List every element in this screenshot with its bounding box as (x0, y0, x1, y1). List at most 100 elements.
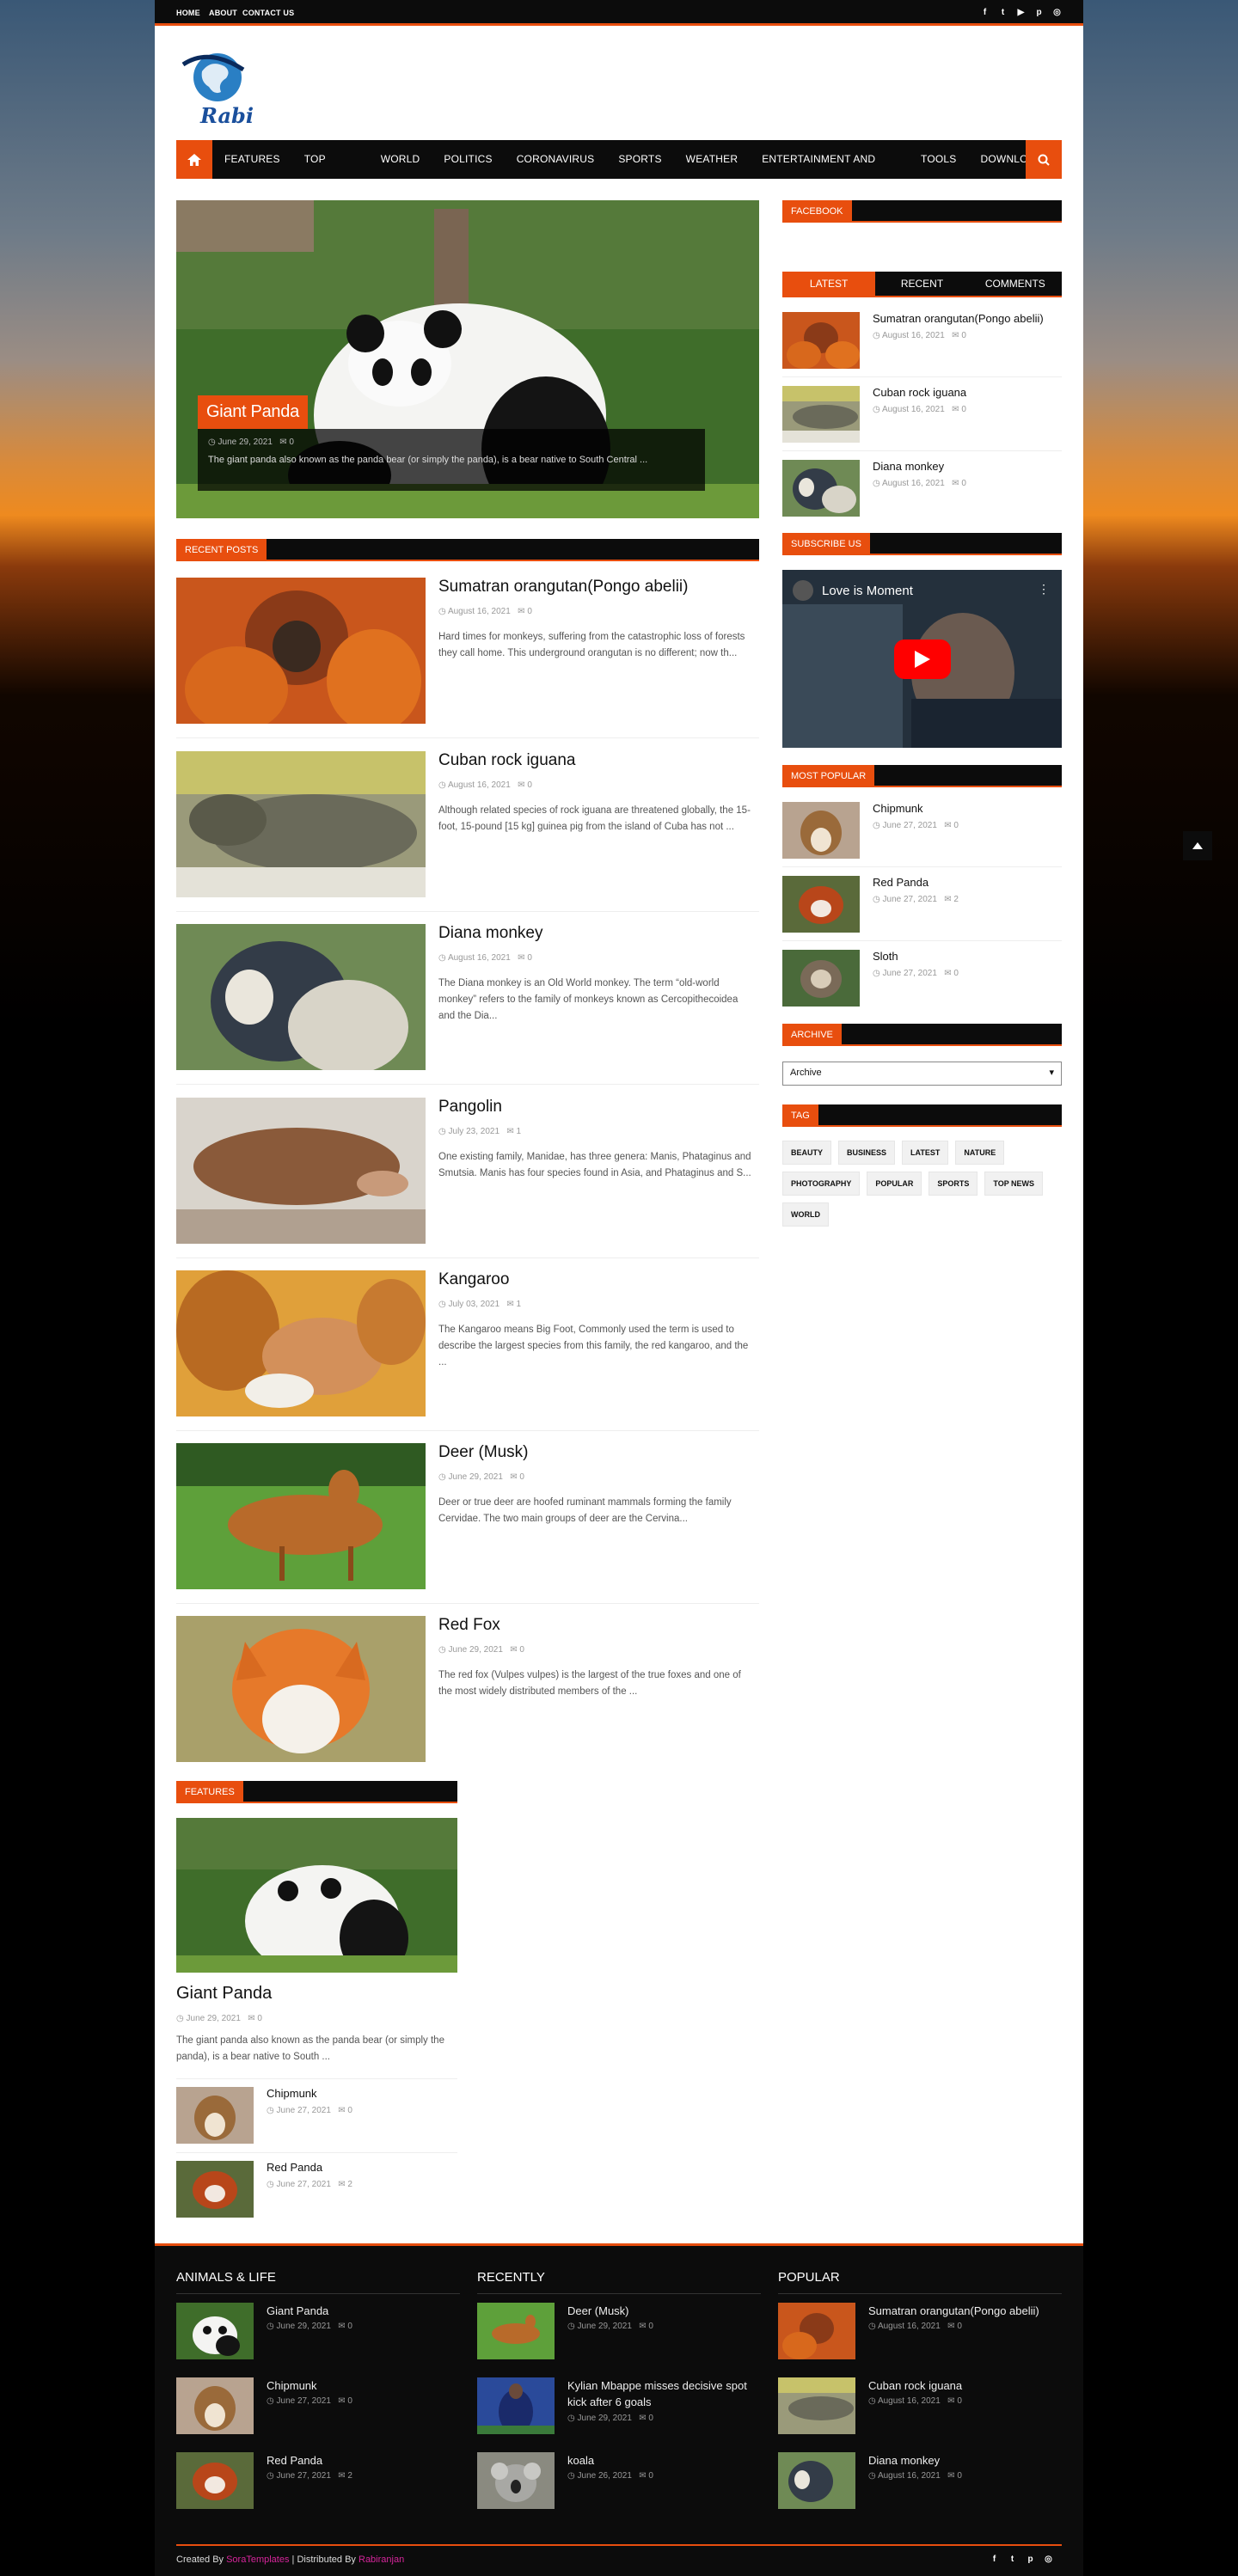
sidebar-item-title[interactable]: Sumatran orangutan(Pongo abelii) (873, 312, 1044, 325)
footer-item-title[interactable]: Cuban rock iguana (868, 2377, 1062, 2394)
post-item[interactable]: Kangaroo ◷ July 03, 2021 ✉ 1 The Kangaro… (176, 1270, 759, 1416)
footer-item[interactable]: Sumatran orangutan(Pongo abelii) ◷ Augus… (778, 2303, 1062, 2363)
twitter-icon[interactable]: t (998, 8, 1008, 17)
feature-main-title[interactable]: Giant Panda (176, 1984, 272, 2004)
footer-item-title[interactable]: Diana monkey (868, 2452, 1062, 2469)
post-item[interactable]: Sumatran orangutan(Pongo abelii) ◷ Augus… (176, 578, 759, 724)
orangutan-thumbnail[interactable] (176, 578, 426, 724)
iguana-thumbnail[interactable] (782, 386, 860, 443)
nav-item-coronavirus[interactable]: CORONAVIRUS (505, 140, 607, 179)
koala-thumbnail[interactable] (477, 2452, 555, 2509)
tag-item[interactable]: NATURE (955, 1141, 1005, 1165)
search-button[interactable] (1026, 140, 1062, 179)
nav-item-tools[interactable]: TOOLS (909, 140, 968, 179)
tag-item[interactable]: BEAUTY (782, 1141, 832, 1165)
site-logo[interactable]: Rabi (176, 47, 271, 129)
panda-thumbnail[interactable] (176, 2303, 254, 2359)
footer-item[interactable]: Giant Panda ◷ June 29, 2021 ✉ 0 (176, 2303, 460, 2363)
tab-comments[interactable]: COMMENTS (969, 272, 1062, 296)
footer-item[interactable]: Cuban rock iguana ◷ August 16, 2021 ✉ 0 (778, 2377, 1062, 2438)
sidebar-item-title[interactable]: Diana monkey (873, 460, 944, 473)
sidebar-item-title[interactable]: Sloth (873, 950, 898, 963)
hero-title[interactable]: Giant Panda (198, 395, 308, 429)
kangaroo-thumbnail[interactable] (176, 1270, 426, 1416)
nav-item-features[interactable]: FEATURES (212, 140, 292, 179)
feature-item[interactable]: Red Panda ◷ June 27, 2021 ✉ 2 (176, 2161, 457, 2218)
nav-item-top-news[interactable]: TOP NEWS (292, 140, 369, 204)
nav-item-world[interactable]: WORLD (369, 140, 432, 179)
post-title[interactable]: Pangolin (438, 1098, 502, 1117)
footer-item-title[interactable]: Red Panda (267, 2452, 460, 2469)
red-panda-thumbnail[interactable] (176, 2452, 254, 2509)
tag-item[interactable]: TOP NEWS (984, 1172, 1044, 1196)
footer-item[interactable]: Deer (Musk) ◷ June 29, 2021 ✉ 0 (477, 2303, 761, 2363)
pangolin-thumbnail[interactable] (176, 1098, 426, 1244)
iguana-thumbnail[interactable] (176, 751, 426, 897)
instagram-icon[interactable]: ◎ (1052, 8, 1062, 17)
tag-item[interactable]: SPORTS (929, 1172, 978, 1196)
post-title[interactable]: Diana monkey (438, 924, 542, 943)
nav-item-politics[interactable]: POLITICS (432, 140, 504, 179)
red-panda-thumbnail[interactable] (782, 876, 860, 933)
iguana-thumbnail[interactable] (778, 2377, 855, 2434)
footer-item[interactable]: Red Panda ◷ June 27, 2021 ✉ 2 (176, 2452, 460, 2512)
footer-item[interactable]: Kylian Mbappe misses decisive spot kick … (477, 2377, 761, 2438)
footer-item-title[interactable]: Chipmunk (267, 2377, 460, 2394)
sidebar-latest-item[interactable]: Sumatran orangutan(Pongo abelii) ◷ Augus… (782, 312, 1062, 369)
tag-item[interactable]: BUSINESS (838, 1141, 896, 1165)
orangutan-thumbnail[interactable] (778, 2303, 855, 2359)
facebook-icon[interactable]: f (990, 2555, 999, 2564)
video-title[interactable]: Love is Moment (822, 584, 913, 598)
footer-item-title[interactable]: koala (567, 2452, 761, 2469)
chipmunk-thumbnail[interactable] (176, 2377, 254, 2434)
facebook-icon[interactable]: f (980, 8, 990, 17)
pinterest-icon[interactable]: p (1034, 8, 1044, 17)
top-link-about[interactable]: ABOUT (209, 9, 237, 17)
nav-item-entertainment[interactable]: ENTERTAINMENT AND ARTS (750, 140, 909, 204)
post-item[interactable]: Red Fox ◷ June 29, 2021 ✉ 0 The red fox … (176, 1616, 759, 1762)
feature-item-title[interactable]: Red Panda (267, 2161, 322, 2174)
sidebar-popular-item[interactable]: Red Panda ◷ June 27, 2021 ✉ 2 (782, 876, 1062, 933)
footer-item-title[interactable]: Kylian Mbappe misses decisive spot kick … (567, 2377, 761, 2410)
fox-thumbnail[interactable] (176, 1616, 426, 1762)
sidebar-popular-item[interactable]: Chipmunk ◷ June 27, 2021 ✉ 0 (782, 802, 1062, 859)
video-embed[interactable]: Love is Moment ⋮ (782, 570, 1062, 748)
football-thumbnail[interactable] (477, 2377, 555, 2434)
sidebar-item-title[interactable]: Red Panda (873, 876, 929, 889)
feature-main-image[interactable] (176, 1818, 457, 1973)
credit-author-link[interactable]: Rabiranjan (359, 2555, 404, 2565)
sidebar-latest-item[interactable]: Cuban rock iguana ◷ August 16, 2021 ✉ 0 (782, 386, 1062, 443)
tab-recent[interactable]: RECENT (875, 272, 968, 296)
play-button[interactable] (894, 639, 951, 679)
footer-item-title[interactable]: Deer (Musk) (567, 2303, 761, 2319)
top-link-home[interactable]: HOME (176, 9, 200, 17)
deer-thumbnail[interactable] (477, 2303, 555, 2359)
more-options-icon[interactable]: ⋮ (1038, 582, 1050, 597)
post-title[interactable]: Cuban rock iguana (438, 751, 576, 770)
footer-item[interactable]: koala ◷ June 26, 2021 ✉ 0 (477, 2452, 761, 2512)
sidebar-item-title[interactable]: Chipmunk (873, 802, 923, 815)
nav-item-weather[interactable]: WEATHER (674, 140, 751, 179)
chipmunk-thumbnail[interactable] (782, 802, 860, 859)
post-item[interactable]: Cuban rock iguana ◷ August 16, 2021 ✉ 0 … (176, 751, 759, 897)
monkey-thumbnail[interactable] (778, 2452, 855, 2509)
feature-item[interactable]: Chipmunk ◷ June 27, 2021 ✉ 0 (176, 2087, 457, 2144)
footer-item-title[interactable]: Giant Panda (267, 2303, 460, 2319)
sloth-thumbnail[interactable] (782, 950, 860, 1007)
tag-item[interactable]: PHOTOGRAPHY (782, 1172, 861, 1196)
sidebar-latest-item[interactable]: Diana monkey ◷ August 16, 2021 ✉ 0 (782, 460, 1062, 517)
top-link-contact[interactable]: CONTACT US (242, 9, 294, 17)
post-item[interactable]: Diana monkey ◷ August 16, 2021 ✉ 0 The D… (176, 924, 759, 1070)
monkey-thumbnail[interactable] (782, 460, 860, 517)
feature-item-title[interactable]: Chipmunk (267, 2087, 317, 2100)
post-title[interactable]: Deer (Musk) (438, 1443, 529, 1462)
post-title[interactable]: Sumatran orangutan(Pongo abelii) (438, 578, 688, 597)
nav-item-sports[interactable]: SPORTS (606, 140, 673, 179)
twitter-icon[interactable]: t (1008, 2555, 1017, 2564)
sidebar-item-title[interactable]: Cuban rock iguana (873, 386, 966, 399)
instagram-icon[interactable]: ◎ (1044, 2555, 1053, 2564)
post-item[interactable]: Pangolin ◷ July 23, 2021 ✉ 1 One existin… (176, 1098, 759, 1244)
tag-item[interactable]: WORLD (782, 1202, 829, 1227)
footer-item[interactable]: Chipmunk ◷ June 27, 2021 ✉ 0 (176, 2377, 460, 2438)
chipmunk-thumbnail[interactable] (176, 2087, 254, 2144)
